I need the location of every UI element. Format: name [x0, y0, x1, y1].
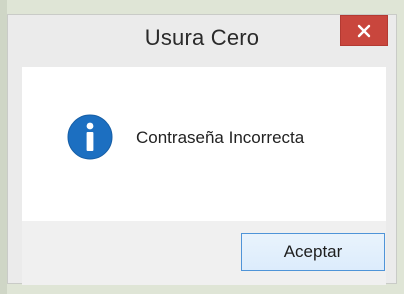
dialog-footer: Aceptar — [22, 221, 386, 285]
ok-button[interactable]: Aceptar — [241, 233, 385, 271]
close-button[interactable] — [340, 15, 388, 46]
info-icon — [67, 114, 113, 160]
dialog-content: Contraseña Incorrecta — [22, 67, 386, 221]
dialog-title: Usura Cero — [144, 25, 260, 50]
window-edge — [0, 0, 7, 294]
error-message: Contraseña Incorrecta — [136, 128, 305, 147]
dialog-frame: Usura Cero Contraseña Incorrecta Aceptar — [7, 14, 397, 285]
title-bar[interactable]: Usura Cero — [8, 15, 396, 67]
dialog-window: Usura Cero Contraseña Incorrecta Aceptar — [0, 0, 404, 294]
close-icon — [357, 24, 371, 37]
